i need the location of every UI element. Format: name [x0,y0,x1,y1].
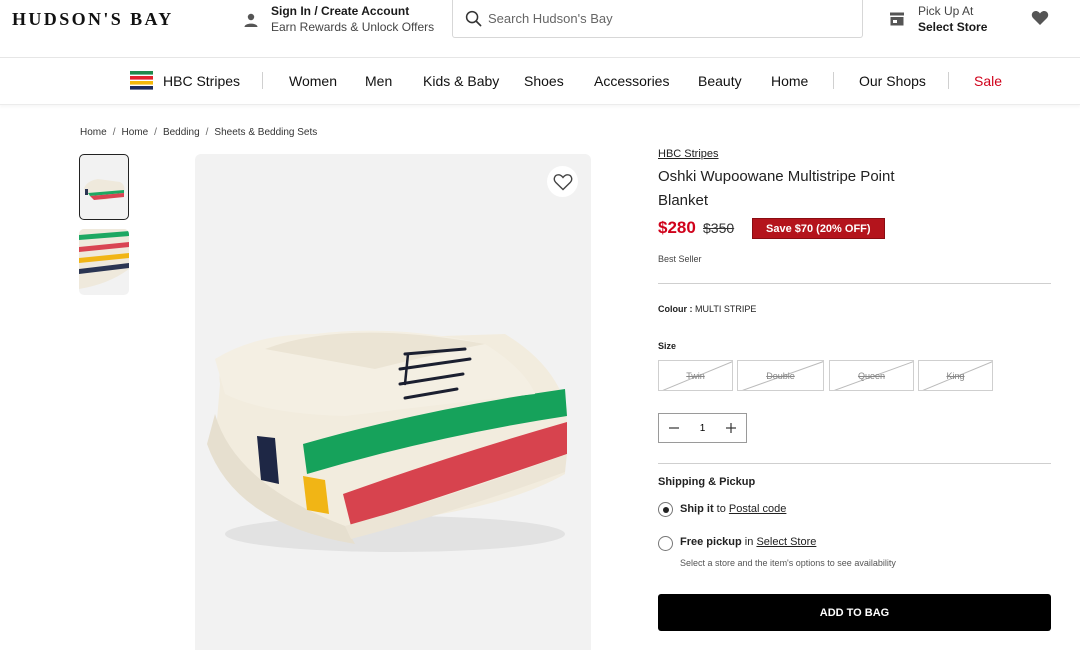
size-option-label: Double [766,370,795,381]
wishlist-heart-icon[interactable] [1031,10,1049,26]
ship-it-radio[interactable] [658,502,673,517]
ship-it-option: Ship it to Postal code [680,503,786,515]
ship-it-label: Ship it [680,503,714,515]
decrease-quantity-button[interactable] [659,414,689,442]
search-input[interactable] [488,11,848,26]
size-option-label: Twin [686,370,705,381]
breadcrumb-separator: / [112,127,116,138]
main-nav: HBC Stripes Women Men Kids & Baby Shoes … [0,58,1080,105]
product-thumbnail-1[interactable] [79,154,129,220]
breadcrumb-separator: / [154,127,157,138]
nav-sale[interactable]: Sale [974,73,1002,89]
colour-info: Colour : MULTI STRIPE [658,304,756,314]
breadcrumb-item[interactable]: Home [80,127,107,138]
size-option-queen[interactable]: Queen [829,360,914,391]
quantity-input[interactable] [689,422,716,434]
product-main-image[interactable] [195,154,591,650]
nav-beauty[interactable]: Beauty [698,73,742,89]
shipping-heading: Shipping & Pickup [658,476,756,488]
colour-value: MULTI STRIPE [695,304,757,314]
free-pickup-option: Free pickup in Select Store [680,536,816,548]
pickup-store-link[interactable]: Pick Up At Select Store [889,4,987,36]
thumbnail-striped-blanket [79,229,129,289]
add-to-bag-button[interactable]: ADD TO BAG [658,594,1051,631]
nav-divider [262,72,263,89]
store-icon [890,12,904,26]
minus-icon [669,427,679,429]
postal-code-link[interactable]: Postal code [729,503,786,515]
store-value: Select Store [918,20,988,34]
nav-our-shops[interactable]: Our Shops [859,73,926,89]
select-store-link[interactable]: Select Store [756,536,816,548]
size-option-label: King [946,370,965,381]
nav-men[interactable]: Men [365,73,392,89]
nav-home[interactable]: Home [771,73,808,89]
free-pickup-connector: in [741,536,757,548]
account-title: Sign In / Create Account [271,4,410,18]
pickup-hint: Select a store and the item's options to… [680,558,896,568]
nav-kids-baby[interactable]: Kids & Baby [423,73,499,89]
nav-divider [833,72,834,89]
person-icon [244,13,258,27]
nav-hbc-stripes[interactable]: HBC Stripes [163,73,240,89]
breadcrumb-item[interactable]: Sheets & Bedding Sets [214,127,317,138]
folded-blanket-image [207,330,567,552]
ship-it-connector: to [713,503,729,515]
size-option-label: Queen [857,370,886,381]
size-label: Size [658,341,677,351]
heart-outline-icon [553,173,572,190]
breadcrumb: Home / Home / Bedding / Sheets & Bedding… [80,127,317,138]
site-logo[interactable]: HUDSON'S BAY [12,9,174,30]
nav-divider [948,72,949,89]
breadcrumb-item[interactable]: Bedding [163,127,200,138]
size-option-king[interactable]: King [918,360,993,391]
top-header: HUDSON'S BAY Sign In / Create Account Ea… [0,0,1080,58]
increase-quantity-button[interactable] [716,414,746,442]
thumbnail-folded-blanket [84,179,125,200]
divider [658,283,1051,284]
size-option-twin[interactable]: Twin [658,360,733,391]
original-price: $350 [703,220,735,236]
nav-accessories[interactable]: Accessories [594,73,669,89]
product-brand-link[interactable]: HBC Stripes [658,148,719,160]
search-box [452,0,863,38]
colour-label: Colour : [658,304,693,314]
sale-price: $280 [658,218,696,237]
account-link[interactable]: Sign In / Create Account Earn Rewards & … [243,4,434,36]
size-option-double[interactable]: Double [737,360,824,391]
account-subtitle: Earn Rewards & Unlock Offers [271,20,435,34]
free-pickup-label: Free pickup [680,536,742,548]
plus-icon [726,423,736,433]
nav-women[interactable]: Women [289,73,337,89]
search-icon[interactable] [465,10,482,27]
quantity-stepper [658,413,747,443]
add-to-wishlist-button[interactable] [547,166,578,197]
best-seller-label: Best Seller [658,254,702,264]
store-label: Pick Up At [918,4,974,18]
product-thumbnail-2[interactable] [79,229,129,295]
nav-shoes[interactable]: Shoes [524,73,564,89]
hbc-stripes-icon [130,71,153,90]
divider [658,463,1051,464]
breadcrumb-separator: / [205,127,209,138]
product-title: Oshki Wupoowane Multistripe Point Blanke… [658,168,895,209]
free-pickup-radio[interactable] [658,536,673,551]
savings-badge: Save $70 (20% OFF) [752,218,885,239]
breadcrumb-item[interactable]: Home [121,127,148,138]
